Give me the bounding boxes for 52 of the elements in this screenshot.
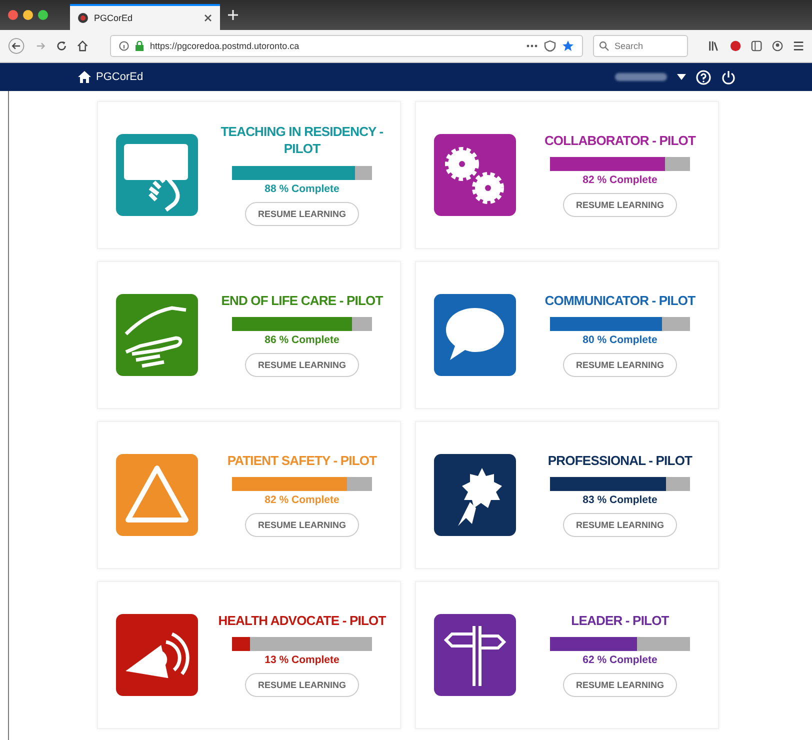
course-title: LEADER - PILOT — [571, 612, 669, 630]
course-title: PATIENT SAFETY - PILOT — [227, 452, 377, 470]
extension-icon[interactable] — [730, 40, 741, 52]
menu-icon[interactable] — [792, 40, 804, 52]
caret-icon[interactable] — [677, 74, 686, 80]
shield-icon[interactable] — [544, 40, 556, 52]
resume-learning-button[interactable]: RESUME LEARNING — [244, 673, 359, 698]
progress-text: 80 % Complete — [582, 334, 658, 346]
course-title: COLLABORATOR - PILOT — [544, 132, 696, 150]
search-icon — [599, 41, 610, 51]
power-icon[interactable] — [721, 70, 736, 84]
resume-learning-button[interactable]: RESUME LEARNING — [244, 202, 359, 226]
url-text: https://pgcoredoa.postmd.utoronto.ca — [150, 41, 300, 51]
course-title: END OF LIFE CARE - PILOT — [221, 292, 383, 310]
browser-tab[interactable]: PGCorEd — [70, 4, 220, 30]
home-icon[interactable] — [76, 40, 88, 52]
help-icon[interactable] — [696, 70, 711, 84]
resume-learning-button[interactable]: RESUME LEARNING — [562, 513, 677, 538]
favicon-icon — [78, 13, 88, 23]
tab-title: PGCorEd — [94, 13, 134, 23]
sidebar-icon[interactable] — [750, 40, 762, 52]
progress-text: 13 % Complete — [264, 654, 340, 666]
progress-text: 82 % Complete — [264, 494, 340, 506]
search-field[interactable]: Search — [593, 35, 688, 57]
course-title: COMMUNICATOR - PILOT — [544, 292, 696, 310]
library-icon[interactable] — [708, 40, 720, 52]
progress-text: 82 % Complete — [582, 174, 658, 186]
resume-learning-button[interactable]: RESUME LEARNING — [562, 193, 677, 218]
reload-icon[interactable] — [56, 40, 67, 52]
resume-learning-button[interactable]: RESUME LEARNING — [244, 353, 359, 378]
course-title: TEACHING IN RESIDENCY - PILOT — [220, 124, 384, 158]
progress-text: 88 % Complete — [264, 182, 340, 195]
resume-learning-button[interactable]: RESUME LEARNING — [562, 353, 677, 378]
course-title: HEALTH ADVOCATE - PILOT — [218, 612, 386, 630]
progress-text: 86 % Complete — [264, 334, 340, 346]
back-icon[interactable] — [8, 37, 25, 55]
more-icon[interactable] — [526, 44, 538, 48]
blurred-username — [615, 73, 667, 81]
progress-text: 62 % Complete — [582, 654, 658, 666]
resume-learning-button[interactable]: RESUME LEARNING — [244, 513, 359, 538]
home-icon[interactable] — [78, 71, 91, 83]
app-title[interactable]: PGCorEd — [96, 71, 144, 83]
account-icon[interactable] — [772, 40, 783, 52]
address-bar[interactable]: https://pgcoredoa.postmd.utoronto.ca — [110, 35, 584, 57]
progress-text: 83 % Complete — [582, 494, 658, 506]
lock-icon — [134, 41, 144, 51]
new-tab-icon[interactable] — [228, 10, 238, 20]
info-icon — [118, 41, 129, 51]
course-title: PROFESSIONAL - PILOT — [548, 452, 692, 470]
star-icon[interactable] — [562, 40, 574, 52]
close-icon[interactable] — [204, 14, 212, 22]
resume-learning-button[interactable]: RESUME LEARNING — [562, 673, 677, 698]
